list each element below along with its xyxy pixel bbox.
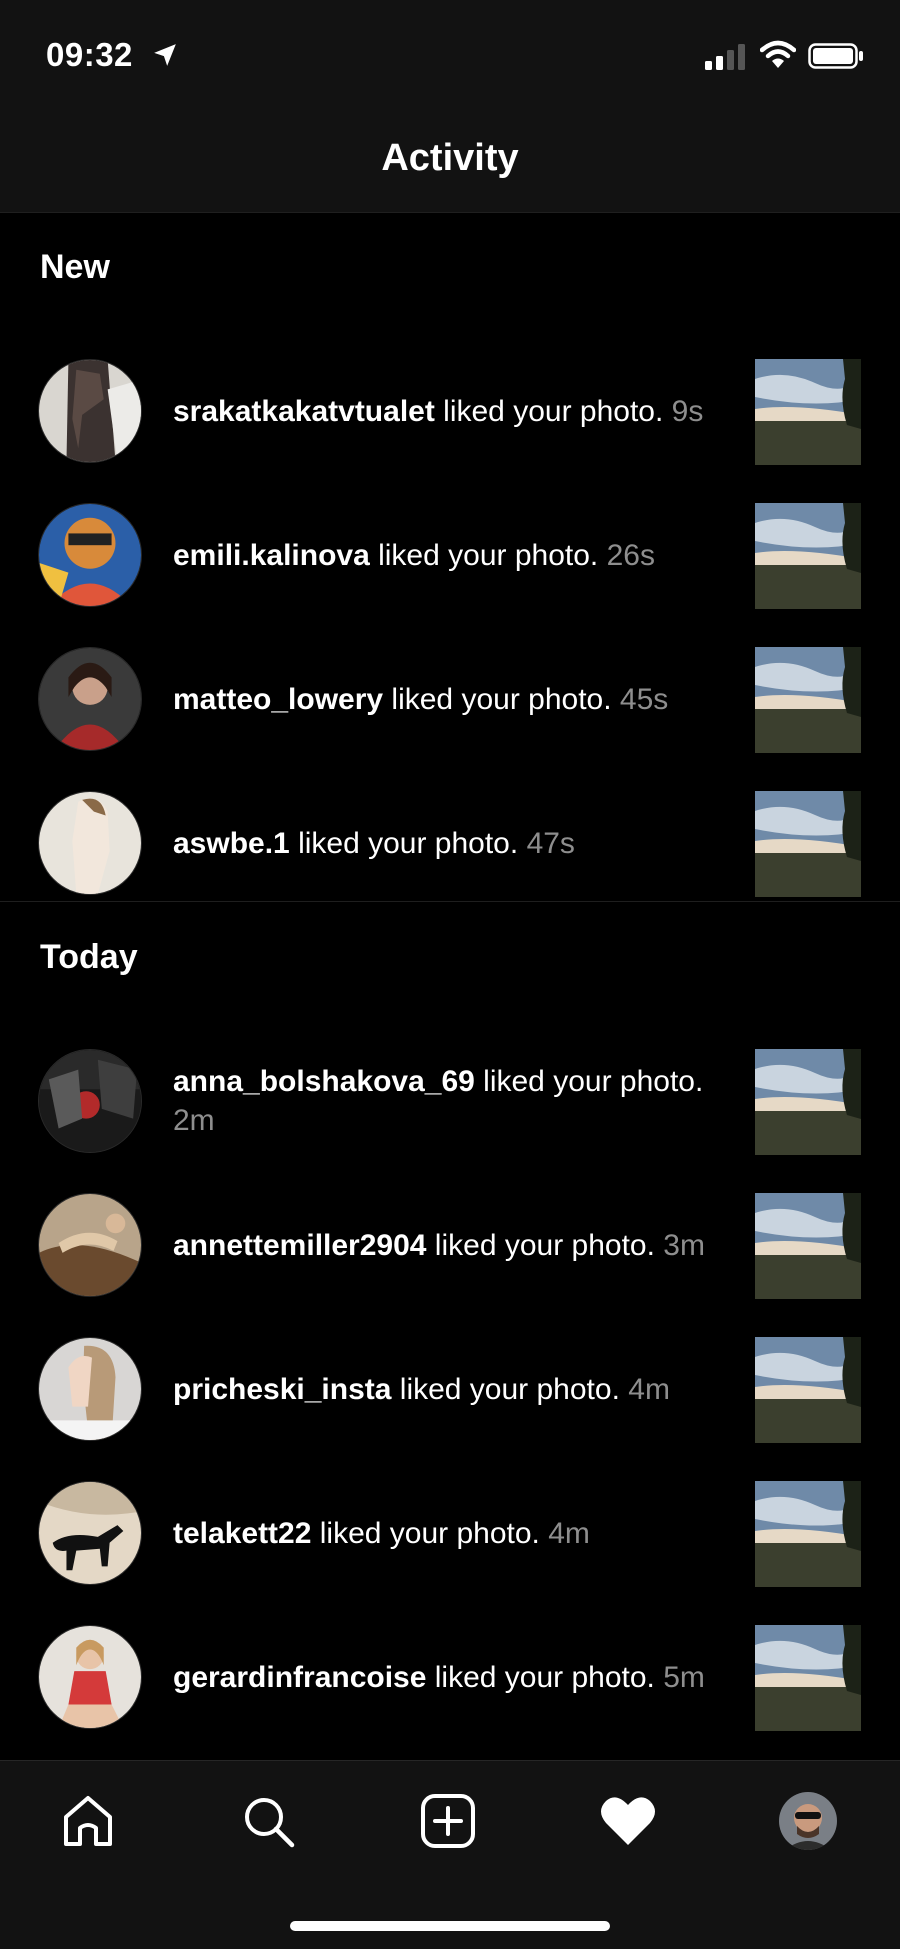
avatar-image bbox=[39, 1194, 141, 1296]
timestamp: 3m bbox=[663, 1228, 705, 1262]
landscape-photo bbox=[755, 791, 861, 897]
avatar-image bbox=[39, 360, 141, 462]
avatar-image bbox=[39, 1050, 141, 1152]
username-link[interactable]: aswbe.1 bbox=[173, 827, 290, 860]
post-thumbnail[interactable] bbox=[755, 1337, 861, 1443]
timestamp: 2m bbox=[173, 1104, 215, 1137]
tab-profile[interactable] bbox=[779, 1792, 837, 1850]
list-item[interactable]: matteo_lowery liked your photo. 45s bbox=[0, 627, 900, 771]
landscape-photo bbox=[755, 503, 861, 609]
page-title: Activity bbox=[381, 137, 519, 179]
list-item[interactable]: annettemiller2904 liked your photo. 3m bbox=[0, 1173, 900, 1317]
list-item[interactable] bbox=[0, 1749, 900, 1760]
avatar[interactable] bbox=[38, 503, 142, 607]
list-item[interactable]: pricheski_insta liked your photo. 4m bbox=[0, 1317, 900, 1461]
timestamp: 4m bbox=[548, 1516, 590, 1550]
timestamp: 45s bbox=[619, 682, 669, 716]
avatar-image bbox=[39, 504, 141, 606]
post-thumbnail[interactable] bbox=[755, 1193, 861, 1299]
new-post-icon bbox=[421, 1794, 475, 1848]
status-time: 09:32 bbox=[46, 36, 133, 73]
username-link[interactable]: anna_bolshakova_69 bbox=[173, 1065, 475, 1098]
post-thumbnail[interactable] bbox=[755, 503, 861, 609]
timestamp: 4m bbox=[628, 1372, 670, 1406]
avatar[interactable] bbox=[38, 1481, 142, 1585]
avatar[interactable] bbox=[38, 647, 142, 751]
section-divider bbox=[0, 901, 900, 902]
landscape-photo bbox=[755, 1193, 861, 1299]
activity-heart-icon bbox=[601, 1797, 655, 1845]
tab-home[interactable] bbox=[58, 1791, 118, 1851]
landscape-photo bbox=[755, 647, 861, 753]
activity-text: liked your photo. bbox=[426, 1228, 655, 1262]
tab-bar bbox=[0, 1760, 900, 1949]
tab-activity[interactable] bbox=[598, 1791, 658, 1851]
activity-text: liked your photo. bbox=[434, 394, 664, 428]
activity-text: liked your photo. bbox=[383, 682, 612, 716]
header: Activity bbox=[0, 105, 900, 213]
landscape-photo bbox=[755, 359, 861, 465]
avatar[interactable] bbox=[38, 791, 142, 895]
list-item[interactable]: gerardinfrancoise liked your photo. 5m bbox=[0, 1605, 900, 1749]
list-item[interactable]: emili.kalinova liked your photo. 26s bbox=[0, 483, 900, 627]
search-icon bbox=[245, 1798, 295, 1848]
list-item[interactable]: srakatkakatvtualet liked your photo. 9s bbox=[0, 339, 900, 483]
username-link[interactable]: pricheski_insta bbox=[173, 1373, 391, 1406]
home-icon bbox=[64, 1796, 112, 1846]
post-thumbnail[interactable] bbox=[755, 1049, 861, 1155]
landscape-photo bbox=[755, 1481, 861, 1587]
username-link[interactable]: gerardinfrancoise bbox=[173, 1661, 426, 1694]
section-title-today: Today bbox=[40, 938, 138, 976]
cellular-signal-icon bbox=[705, 44, 745, 70]
post-thumbnail[interactable] bbox=[755, 1481, 861, 1587]
activity-text: liked your photo. bbox=[311, 1516, 540, 1550]
post-thumbnail[interactable] bbox=[755, 1625, 861, 1731]
tab-new-post[interactable] bbox=[418, 1791, 478, 1851]
timestamp: 9s bbox=[671, 394, 704, 428]
activity-text: liked your photo. bbox=[289, 826, 519, 860]
username-link[interactable]: emili.kalinova bbox=[173, 539, 370, 572]
avatar-image bbox=[39, 792, 141, 894]
battery-icon bbox=[808, 43, 863, 69]
status-bar: 09:32 bbox=[0, 0, 900, 105]
username-link[interactable]: telakett22 bbox=[173, 1517, 311, 1550]
avatar[interactable] bbox=[38, 1337, 142, 1441]
activity-text: liked your photo. bbox=[426, 1660, 655, 1694]
landscape-photo bbox=[755, 1049, 861, 1155]
post-thumbnail[interactable] bbox=[755, 359, 861, 465]
username-link[interactable]: annettemiller2904 bbox=[173, 1229, 426, 1262]
post-thumbnail[interactable] bbox=[755, 791, 861, 897]
landscape-photo bbox=[755, 1625, 861, 1731]
section-title-new: New bbox=[40, 248, 110, 286]
list-item[interactable]: telakett22 liked your photo. 4m bbox=[0, 1461, 900, 1605]
username-link[interactable]: matteo_lowery bbox=[173, 683, 383, 716]
landscape-photo bbox=[755, 1337, 861, 1443]
activity-text: liked your photo. bbox=[391, 1372, 620, 1406]
activity-text: liked your photo. bbox=[474, 1065, 704, 1098]
timestamp: 5m bbox=[663, 1660, 705, 1694]
avatar-image bbox=[39, 1482, 141, 1584]
avatar[interactable] bbox=[38, 1625, 142, 1729]
list-item[interactable]: anna_bolshakova_69 liked your photo. 2m bbox=[0, 1029, 900, 1173]
timestamp: 47s bbox=[526, 826, 575, 860]
tab-search[interactable] bbox=[238, 1791, 298, 1851]
home-indicator bbox=[290, 1921, 610, 1931]
avatar-image bbox=[39, 648, 141, 750]
timestamp: 26s bbox=[606, 538, 655, 572]
wifi-icon bbox=[760, 40, 796, 68]
username-link[interactable]: srakatkakatvtualet bbox=[173, 395, 435, 428]
activity-feed[interactable]: New srakatkakatvtualet liked your photo.… bbox=[0, 213, 900, 1760]
activity-text: liked your photo. bbox=[369, 538, 599, 572]
avatar[interactable] bbox=[38, 1049, 142, 1153]
post-thumbnail[interactable] bbox=[755, 647, 861, 753]
profile-avatar bbox=[779, 1792, 837, 1850]
list-item[interactable]: aswbe.1 liked your photo. 47s bbox=[0, 771, 900, 915]
avatar-image bbox=[39, 1626, 141, 1728]
avatar[interactable] bbox=[38, 1193, 142, 1297]
location-arrow-icon bbox=[154, 44, 176, 66]
avatar[interactable] bbox=[38, 359, 142, 463]
avatar-image bbox=[39, 1338, 141, 1440]
